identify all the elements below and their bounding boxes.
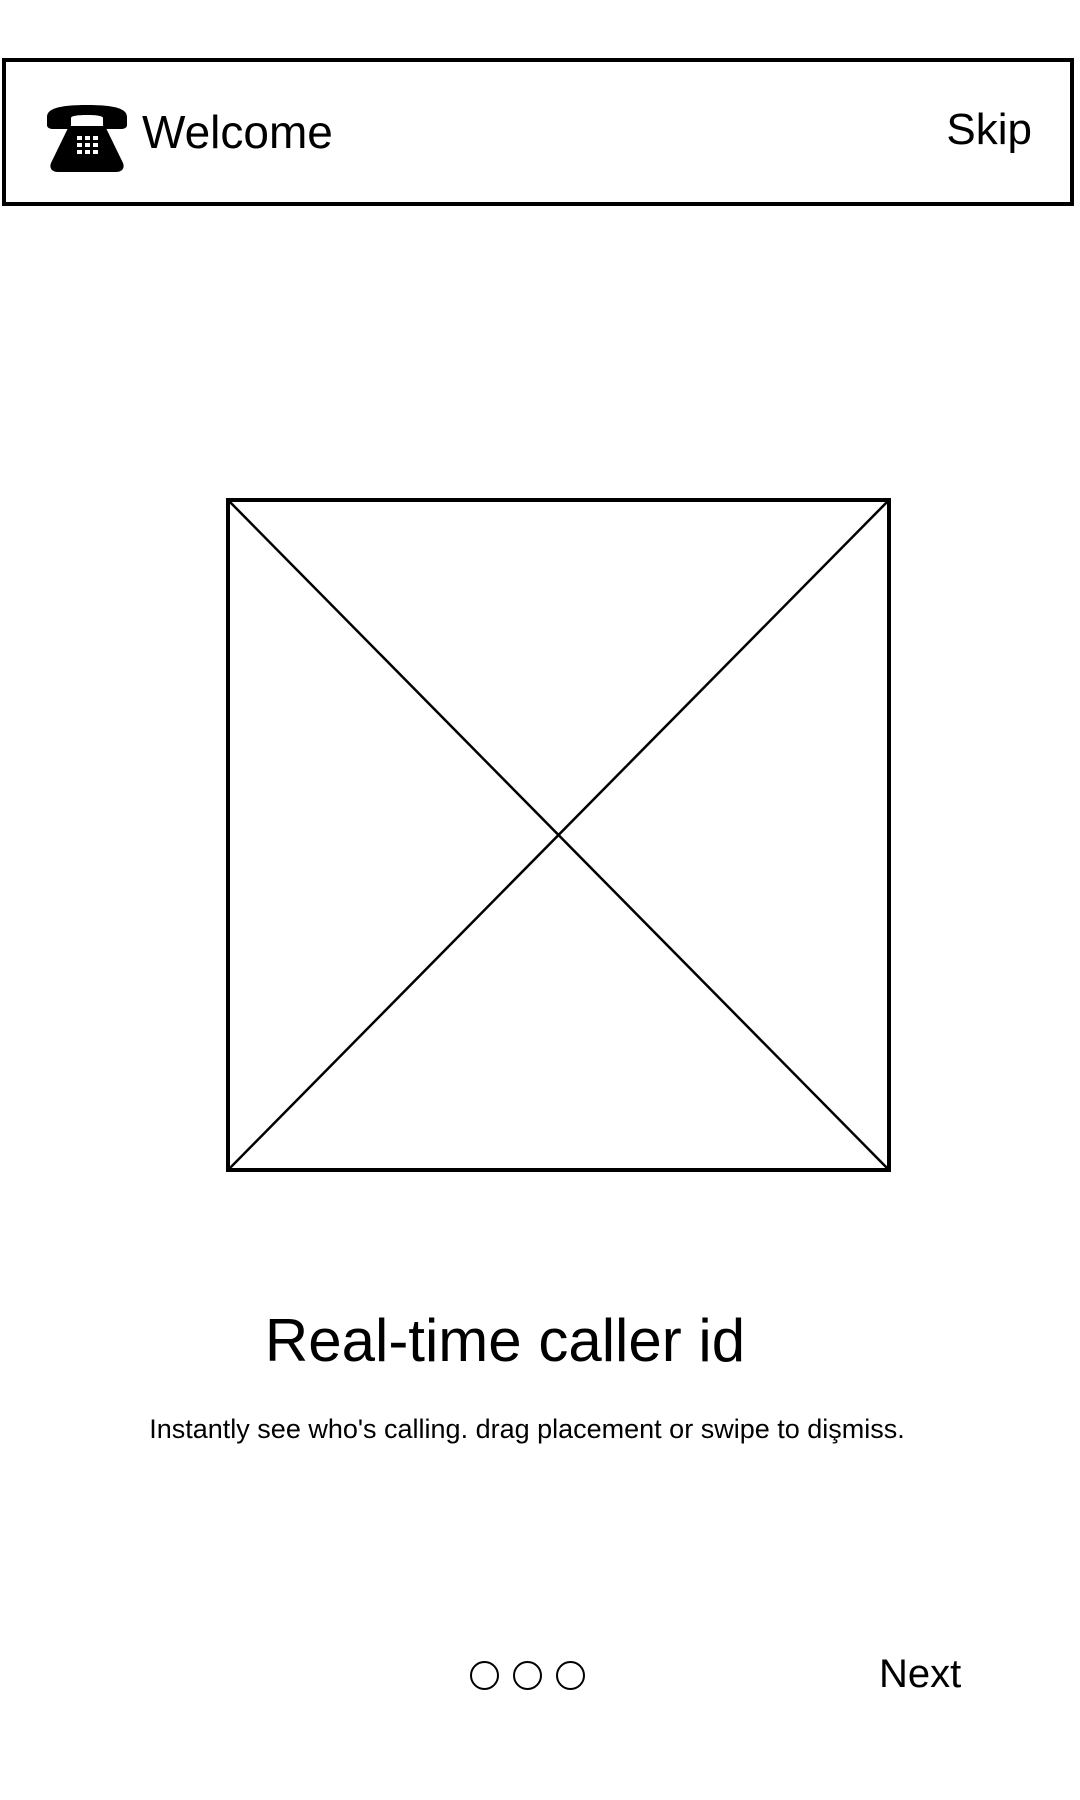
phone-icon [47, 105, 127, 172]
skip-button[interactable]: Skip [946, 104, 1032, 156]
page-dot[interactable] [470, 1661, 499, 1690]
description: Instantly see who's calling. drag placem… [149, 1414, 905, 1444]
headline: Real-time caller id [264, 1307, 746, 1374]
image-placeholder-icon [226, 498, 891, 1172]
next-button[interactable]: Next [879, 1650, 961, 1698]
page-indicator [470, 1659, 585, 1693]
page-dot[interactable] [556, 1661, 585, 1690]
app-header: Welcome Skip [2, 58, 1074, 206]
page-dot[interactable] [513, 1661, 542, 1690]
header-title: Welcome [142, 106, 333, 158]
